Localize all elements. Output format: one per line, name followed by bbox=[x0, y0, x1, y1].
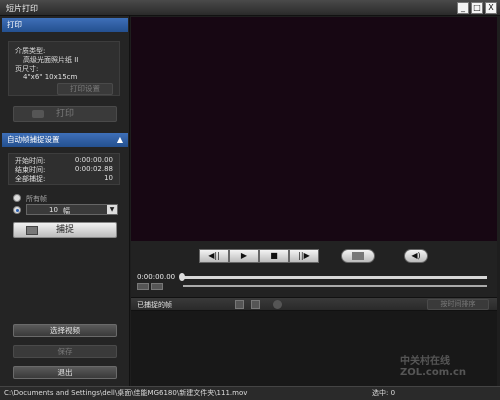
print-settings-button[interactable]: 打印设置 bbox=[57, 83, 113, 95]
window-controls: _ □ X bbox=[457, 2, 497, 14]
delete-icon[interactable] bbox=[273, 300, 282, 309]
maximize-button[interactable]: □ bbox=[471, 2, 483, 14]
file-path: C:\Documents and Settings\dell\桌面\佳能MG61… bbox=[4, 389, 248, 397]
capture-button-label: 捕捉 bbox=[55, 225, 74, 235]
print-section-header[interactable]: 打印 bbox=[2, 18, 128, 32]
range-bar[interactable] bbox=[183, 285, 487, 287]
print-settings-panel: 介质类型: 高级光面照片纸 II 页尺寸: 4"x6" 10x15cm 打印设置 bbox=[8, 41, 120, 96]
total-capture-label: 全部捕捉: bbox=[15, 175, 46, 183]
status-bar: C:\Documents and Settings\dell\桌面\佳能MG61… bbox=[0, 386, 500, 400]
captured-frames-label: 已捕捉的帧 bbox=[137, 301, 172, 309]
watermark: 中关村在线 ZOL.com.cn bbox=[400, 356, 466, 378]
total-capture-value: 10 bbox=[104, 174, 113, 182]
capture-icon bbox=[26, 226, 38, 235]
capture-button[interactable]: 捕捉 bbox=[13, 222, 117, 238]
close-button[interactable]: X bbox=[485, 2, 497, 14]
current-time: 0:00:00.00 bbox=[137, 273, 176, 281]
captured-frames-header: 已捕捉的帧 按时间排序 bbox=[131, 297, 497, 311]
save-button[interactable]: 保存 bbox=[13, 345, 117, 358]
capture-frame-icon bbox=[352, 252, 364, 260]
printer-icon bbox=[32, 110, 44, 118]
sort-by-time-button[interactable]: 按时间排序 bbox=[427, 299, 489, 310]
collapse-triangle-icon[interactable]: ▲ bbox=[117, 133, 123, 147]
minimize-button[interactable]: _ bbox=[457, 2, 469, 14]
frame-count-radio[interactable] bbox=[13, 206, 21, 214]
left-panel: 打印 介质类型: 高级光面照片纸 II 页尺寸: 4"x6" 10x15cm 打… bbox=[0, 16, 130, 386]
frame-count-unit: 幅 bbox=[63, 207, 70, 215]
total-capture-row: 全部捕捉: 10 bbox=[15, 174, 113, 184]
video-preview bbox=[131, 17, 497, 241]
frame-count-select[interactable]: 10 幅 ▼ bbox=[26, 204, 118, 215]
print-button-label: 打印 bbox=[55, 109, 74, 119]
seek-bar[interactable] bbox=[183, 276, 487, 279]
play-icon[interactable]: ▶ bbox=[229, 249, 259, 263]
grid-view-icon[interactable] bbox=[235, 300, 244, 309]
rewind-icon[interactable]: ◀|| bbox=[199, 249, 229, 263]
exit-button[interactable]: 退出 bbox=[13, 366, 117, 379]
range-start-marker[interactable] bbox=[137, 283, 149, 290]
stop-icon[interactable]: ■ bbox=[259, 249, 289, 263]
volume-icon[interactable]: ◀) bbox=[404, 249, 428, 263]
capture-frame-button[interactable] bbox=[341, 249, 375, 263]
window-title: 短片打印 bbox=[6, 4, 38, 13]
capture-times-panel: 开始时间: 0:00:00.00 结束时间: 0:00:02.88 全部捕捉: … bbox=[8, 153, 120, 185]
forward-icon[interactable]: ||▶ bbox=[289, 249, 319, 263]
capture-section-header[interactable]: 自动帧捕捉设置 ▲ bbox=[2, 133, 128, 147]
chevron-down-icon[interactable]: ▼ bbox=[107, 205, 117, 214]
playback-controls: ◀|| ▶ ■ ||▶ ◀) 0:00:00.00 bbox=[131, 241, 497, 297]
selected-count: 选中: 0 bbox=[372, 389, 396, 397]
range-end-marker[interactable] bbox=[151, 283, 163, 290]
list-view-icon[interactable] bbox=[251, 300, 260, 309]
title-bar: 短片打印 _ □ X bbox=[0, 0, 500, 16]
seek-handle[interactable] bbox=[179, 273, 185, 281]
all-frames-radio[interactable] bbox=[13, 194, 21, 202]
select-video-button[interactable]: 选择视频 bbox=[13, 324, 117, 337]
frame-count-value: 10 bbox=[49, 206, 58, 214]
print-button[interactable]: 打印 bbox=[13, 106, 117, 122]
all-frames-label: 所有帧 bbox=[26, 195, 47, 203]
page-size-value: 4"x6" 10x15cm bbox=[23, 73, 78, 81]
